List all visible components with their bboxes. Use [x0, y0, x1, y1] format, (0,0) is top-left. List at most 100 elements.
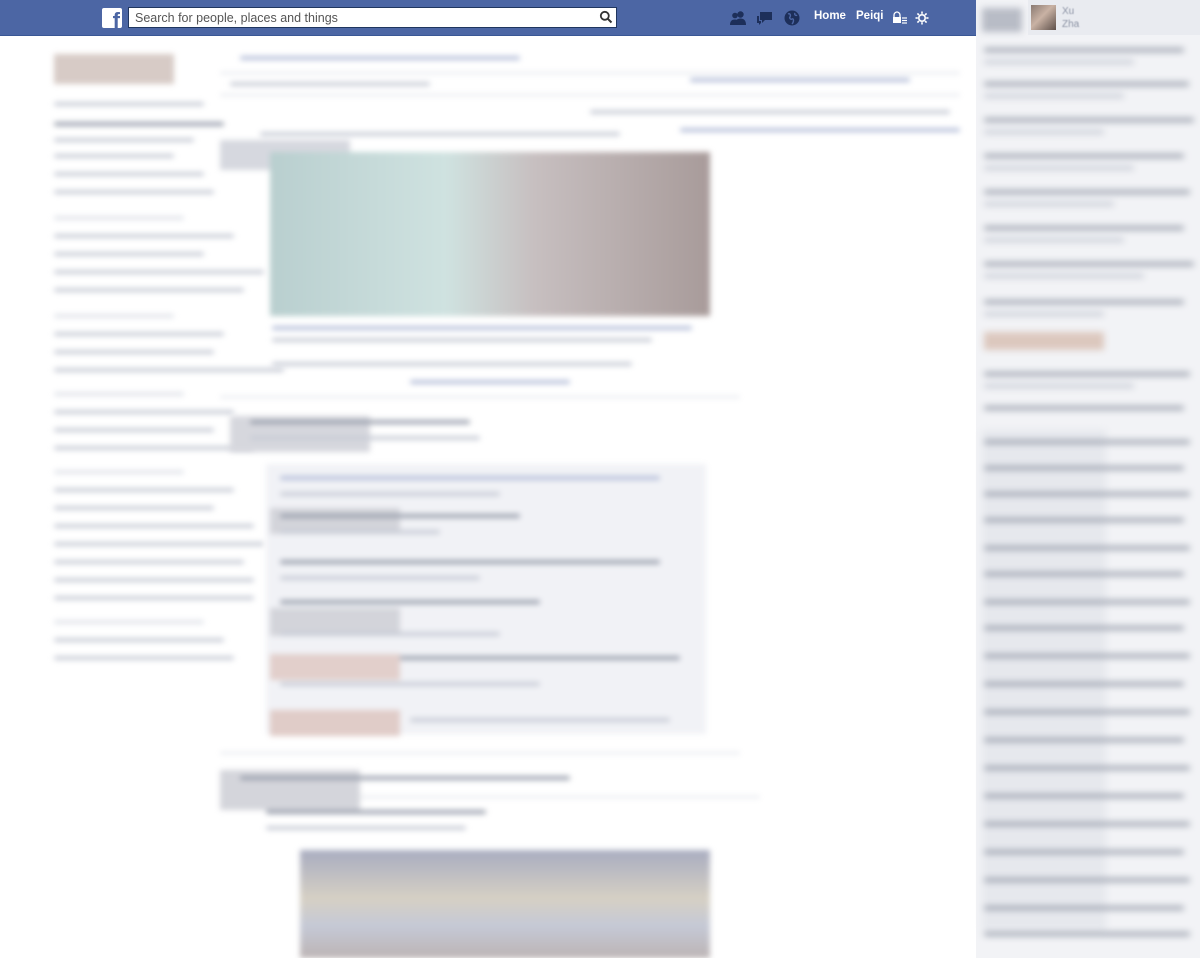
comment-line [280, 530, 440, 534]
comment-line [280, 514, 520, 518]
chat-contact-list[interactable] [976, 0, 1200, 958]
chat-line [984, 440, 1190, 444]
avatar[interactable] [1031, 5, 1056, 30]
sidebar-profile-block [54, 54, 174, 84]
sidebar-line [54, 190, 214, 194]
chat-line [984, 226, 1184, 230]
comment-line [280, 682, 540, 686]
chat-line [984, 60, 1134, 64]
composer-line [240, 56, 520, 60]
privacy-shortcuts-icon[interactable] [892, 10, 908, 26]
comment-line [280, 632, 500, 636]
chat-line [984, 166, 1134, 170]
post-line [410, 380, 570, 384]
friend-requests-icon[interactable] [728, 8, 748, 28]
chat-line [984, 466, 1184, 470]
comment-block [270, 654, 400, 680]
chat-line [984, 906, 1184, 910]
sidebar-line [54, 392, 184, 396]
sidebar-line [54, 234, 234, 238]
chat-line [984, 932, 1190, 936]
composer-line [690, 78, 910, 82]
chat-line [984, 654, 1190, 658]
comment-section[interactable] [266, 464, 706, 734]
chat-contact-avatars [982, 430, 1106, 930]
post-line [272, 326, 692, 330]
chat-line [984, 300, 1184, 304]
search-icon[interactable] [599, 10, 613, 24]
post-line [272, 362, 632, 366]
sidebar-line [54, 332, 224, 336]
chat-line [984, 710, 1190, 714]
composer-line [230, 82, 430, 86]
chat-line [984, 118, 1194, 122]
messages-icon[interactable] [755, 8, 775, 28]
comment-line [410, 718, 670, 722]
divider [220, 94, 960, 96]
divider [220, 752, 740, 754]
sidebar-line [54, 470, 184, 474]
post-line [250, 420, 470, 424]
sidebar-line [54, 154, 174, 158]
divider [220, 396, 740, 398]
post-line [240, 776, 570, 780]
feed-line [260, 132, 620, 136]
post-image[interactable] [270, 152, 710, 316]
news-feed[interactable] [210, 40, 970, 958]
chat-line [984, 518, 1184, 522]
nav-profile-link[interactable]: Peiqi [856, 10, 883, 22]
chat-line [984, 312, 1104, 316]
sidebar-line [54, 102, 204, 106]
chat-line [984, 492, 1190, 496]
facebook-logo-letter: f [112, 8, 120, 29]
chat-sidebar [976, 0, 1200, 958]
chat-line [984, 766, 1190, 770]
sidebar-line [54, 252, 204, 256]
sidebar-line [54, 488, 234, 492]
chat-self-name: Xu Zha [1062, 5, 1079, 31]
chat-self-name-line2: Zha [1062, 19, 1080, 30]
search-input[interactable] [129, 8, 595, 27]
facebook-logo-icon[interactable]: f [102, 8, 122, 28]
chat-line [984, 546, 1190, 550]
notifications-globe-icon[interactable] [782, 8, 802, 28]
sidebar-line [54, 314, 174, 318]
chat-line [984, 190, 1190, 194]
comment-line [280, 476, 660, 480]
post-line [266, 826, 466, 830]
chat-line [984, 262, 1194, 266]
chat-line [984, 600, 1190, 604]
chat-line [984, 406, 1184, 410]
chat-line [984, 682, 1184, 686]
chat-line [984, 384, 1134, 388]
nav-home-link[interactable]: Home [814, 10, 846, 22]
sidebar-line [54, 172, 204, 176]
sidebar-line [54, 138, 194, 142]
chat-line [984, 82, 1189, 86]
feed-line [680, 128, 960, 132]
chat-line [984, 626, 1184, 630]
comment-line [280, 492, 500, 496]
chat-line [984, 738, 1184, 742]
chat-line [984, 372, 1190, 376]
comment-line [280, 576, 480, 580]
post-image[interactable] [300, 850, 710, 958]
chat-line [984, 94, 1124, 98]
chat-block [982, 8, 1022, 32]
sidebar-line [54, 506, 214, 510]
chat-line [984, 850, 1184, 854]
comment-block [270, 710, 400, 736]
chat-line [984, 274, 1144, 278]
post-line [266, 810, 486, 814]
chat-line [984, 572, 1184, 576]
sidebar-line [54, 410, 234, 414]
chat-line [984, 238, 1124, 242]
chat-self-name-line1: Xu [1062, 6, 1075, 17]
chat-line [984, 794, 1184, 798]
chat-line [984, 48, 1184, 52]
settings-gear-icon[interactable] [914, 10, 930, 26]
sidebar-line [54, 428, 214, 432]
chat-line [984, 202, 1114, 206]
chat-line [984, 130, 1104, 134]
divider [360, 796, 760, 798]
